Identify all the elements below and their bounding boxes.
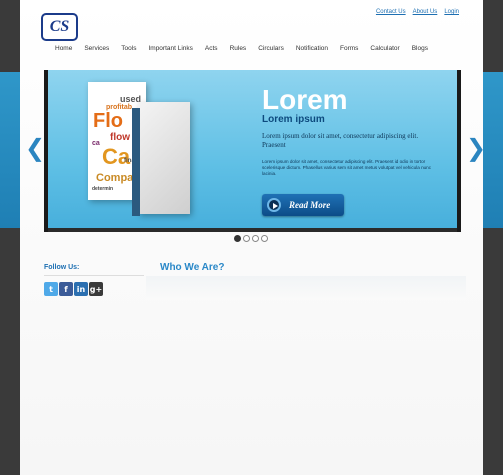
slider-heading: Lorem — [262, 84, 348, 115]
twitter-icon[interactable]: t — [44, 282, 58, 296]
book-word: ca — [92, 140, 100, 147]
nav-item-blogs[interactable]: Blogs — [412, 45, 428, 52]
facebook-icon[interactable]: f — [59, 282, 73, 296]
nav-item-tools[interactable]: Tools — [121, 45, 136, 52]
slider-subheading: Lorem ipsum — [262, 114, 325, 125]
slider-dot-3[interactable] — [252, 235, 259, 242]
nav-item-notification[interactable]: Notification — [296, 45, 328, 52]
nav-item-services[interactable]: Services — [84, 45, 109, 52]
play-icon — [267, 198, 281, 212]
slider-bottom-bar — [48, 228, 457, 232]
nav-item-important-links[interactable]: Important Links — [148, 45, 192, 52]
slider-prev-arrow[interactable]: ❮ — [25, 136, 45, 160]
nav-item-home[interactable]: Home — [55, 45, 72, 52]
nav-item-forms[interactable]: Forms — [340, 45, 358, 52]
book-word: determin — [92, 186, 114, 192]
read-more-label: Read More — [289, 200, 331, 210]
logo-text: CS — [49, 18, 70, 35]
linkedin-icon[interactable]: in — [74, 282, 88, 296]
book-word: Compa — [96, 172, 134, 184]
follow-us-title: Follow Us: — [44, 264, 80, 271]
hero-slider: used profitab Flo flow ca Ca Compa finan… — [44, 70, 461, 232]
slider-paragraph-1: Lorem ipsum dolor sit amet, consectetur … — [262, 132, 419, 149]
nav-item-calculator[interactable]: Calculator — [370, 45, 399, 52]
who-we-are-title: Who We Are? — [160, 262, 225, 273]
slider-dot-1[interactable] — [234, 235, 241, 242]
social-icons: t f in g+ — [44, 282, 103, 296]
book-word: Flo — [93, 110, 123, 132]
nav-item-rules[interactable]: Rules — [230, 45, 247, 52]
read-more-button[interactable]: Read More — [262, 194, 344, 216]
logo[interactable]: CS — [41, 13, 78, 41]
about-us-link[interactable]: About Us — [413, 9, 438, 15]
book-word: flow — [110, 132, 130, 143]
googleplus-icon[interactable]: g+ — [89, 282, 103, 296]
slider-paragraph-2: Lorem ipsum dolor sit amet, consectetur … — [262, 159, 432, 176]
slider-next-arrow[interactable]: ❯ — [466, 136, 486, 160]
book-illustration: used profitab Flo flow ca Ca Compa finan… — [88, 82, 190, 222]
nav-item-acts[interactable]: Acts — [205, 45, 218, 52]
main-nav: Home Services Tools Important Links Acts… — [55, 45, 440, 52]
contact-us-link[interactable]: Contact Us — [376, 9, 406, 15]
divider — [44, 275, 144, 276]
book-word: Ca — [102, 144, 131, 169]
slider-dots — [234, 235, 268, 242]
who-we-are-content — [146, 276, 466, 300]
slider-dot-4[interactable] — [261, 235, 268, 242]
book-spine — [132, 108, 140, 216]
book-page-illustration — [138, 102, 190, 214]
login-link[interactable]: Login — [444, 9, 459, 15]
top-links: Contact Us About Us Login — [376, 9, 459, 15]
left-blue-band — [0, 72, 20, 228]
slider-dot-2[interactable] — [243, 235, 250, 242]
nav-item-circulars[interactable]: Circulars — [258, 45, 284, 52]
